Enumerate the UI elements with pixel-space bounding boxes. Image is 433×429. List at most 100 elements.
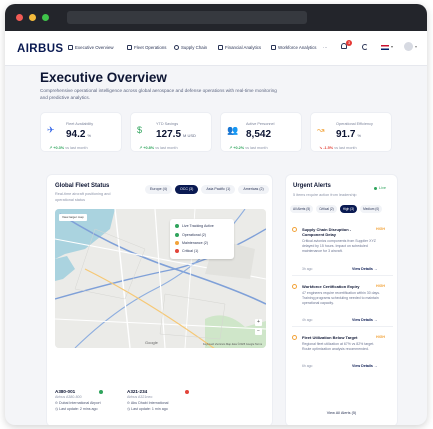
severity-badge: HIGH <box>376 284 385 288</box>
kpi-value: 127.5 M USD <box>156 129 196 140</box>
page-title: Executive Overview <box>40 70 167 85</box>
region-tabs: Europe (4) OCC (3) Asia Pacific (1) Amer… <box>145 185 269 195</box>
legend-live-tracking: Live Tracking Active <box>175 224 214 228</box>
page-subtitle: Comprehensive operational intelligence a… <box>40 88 277 100</box>
kpi-card-active-personnel[interactable]: 👥 Active Personnel 8,542 ↗ +0.2% vs last… <box>220 112 302 152</box>
kpi-label: Operational Efficiency <box>336 122 373 126</box>
kpi-trend: ↗ +0.8% vs last month <box>139 146 178 150</box>
status-dot-icon <box>99 390 103 394</box>
warning-icon <box>292 284 297 289</box>
alert-description: 47 engineers require recertification wit… <box>302 291 381 306</box>
grid-icon <box>68 45 73 50</box>
nav-item-financial-analytics[interactable]: Financial Analytics <box>218 45 261 50</box>
fleet-card-subtitle: Real-time aircraft positioning and opera… <box>55 192 111 202</box>
view-details-link[interactable]: View Details → <box>352 318 378 322</box>
chevron-down-icon[interactable]: ▾ <box>391 44 393 49</box>
legend-maintenance: Maintenance (2) <box>175 241 208 245</box>
aircraft-card-a380[interactable]: A380-001 Airbus A380-800 ⊙ Dubai Interna… <box>55 389 125 411</box>
people-icon <box>271 45 276 50</box>
theme-toggle-moon-icon[interactable] <box>362 44 368 50</box>
alert-time: 6h ago <box>302 364 313 368</box>
alert-title: Workforce Certification Expiry <box>302 284 360 289</box>
zoom-in-button[interactable]: + <box>255 319 262 326</box>
nav-item-workforce-analytics[interactable]: Workforce Analytics <box>271 45 316 50</box>
language-flag-icon[interactable] <box>381 45 389 50</box>
live-dot-icon <box>175 224 179 228</box>
kpi-value: 91.7% <box>336 129 362 140</box>
view-larger-map-button[interactable]: View larger map <box>59 214 87 221</box>
severity-badge: HIGH <box>376 335 385 339</box>
urgent-alerts-card: Urgent Alerts Live 5 items require actio… <box>285 174 398 425</box>
live-dot-icon <box>374 186 377 190</box>
maximize-window-button[interactable] <box>42 14 49 21</box>
aircraft-model: Airbus A321neo <box>127 395 153 399</box>
view-details-link[interactable]: View Details → <box>352 364 378 368</box>
map-roads <box>55 209 266 348</box>
minimize-window-button[interactable] <box>29 14 36 21</box>
close-window-button[interactable] <box>16 14 23 21</box>
alerts-card-title: Urgent Alerts <box>293 183 331 189</box>
tab-europe[interactable]: Europe (4) <box>145 185 172 194</box>
aircraft-update: ◷ Last update: 1 min ago <box>127 407 168 411</box>
nav-item-label: Supply Chain <box>181 45 208 50</box>
kpi-card-operational-efficiency[interactable]: ↝ Operational Efficiency 91.7% ↘ -1.5% v… <box>310 112 392 152</box>
fleet-map[interactable]: View larger map Live Tracking Active Ope… <box>55 209 266 348</box>
fleet-card-title: Global Fleet Status <box>55 183 110 189</box>
filter-all[interactable]: All Alerts (5) <box>290 205 314 213</box>
airbus-logo[interactable]: AIRBUS <box>17 43 64 55</box>
dollar-icon: $ <box>137 125 143 135</box>
notification-badge: 3 <box>346 40 352 46</box>
aircraft-location: ⊙ Dubai International Airport <box>55 401 101 405</box>
aircraft-card-a321[interactable]: A321-234 Airbus A321neo ⊙ Abu Dhabi Inte… <box>127 389 197 411</box>
filter-medium[interactable]: Medium (0) <box>360 205 383 213</box>
address-bar[interactable] <box>67 11 307 24</box>
kpi-value: 8,542 <box>246 129 272 140</box>
alert-time: 4h ago <box>302 318 313 322</box>
view-all-alerts-link[interactable]: View All Alerts (5) <box>286 411 397 415</box>
nav-item-label: Workforce Analytics <box>278 45 317 50</box>
kpi-value: 94.2% <box>66 129 92 140</box>
alert-title: Fleet Utilization Below Target <box>302 335 358 340</box>
notifications-button[interactable]: 3 <box>340 40 352 51</box>
warning-icon <box>292 335 297 340</box>
severity-badge: HIGH <box>376 227 385 231</box>
filter-high[interactable]: High (3) <box>339 205 358 213</box>
map-legend: Live Tracking Active Operational (2) Mai… <box>170 219 234 259</box>
globe-icon <box>174 45 179 50</box>
filter-critical[interactable]: Critical (2) <box>316 205 337 213</box>
tab-asia-pacific[interactable]: Asia Pacific (1) <box>201 185 236 194</box>
nav-item-executive-overview[interactable]: Executive Overview <box>68 45 114 50</box>
kpi-label: YTD Savings <box>156 122 179 126</box>
nav-more-button[interactable]: ··· <box>323 45 327 50</box>
kpi-trend: ↘ -1.5% vs last month <box>319 146 357 150</box>
browser-window: AIRBUS Executive Overview Fleet Operatio… <box>5 4 427 425</box>
aircraft-model: Airbus A380-800 <box>55 395 82 399</box>
tab-occ[interactable]: OCC (3) <box>174 185 199 194</box>
kpi-trend: ↗ +0.3% vs last month <box>49 146 88 150</box>
chart-icon: ↝ <box>317 125 325 135</box>
browser-titlebar <box>5 4 427 31</box>
chevron-down-icon[interactable]: ▾ <box>415 44 417 49</box>
plane-icon <box>127 45 132 50</box>
nav-item-fleet-operations[interactable]: Fleet Operations <box>127 45 166 50</box>
people-icon: 👥 <box>227 125 239 135</box>
aircraft-location: ⊙ Abu Dhabi International <box>127 401 169 405</box>
trend-icon <box>218 45 223 50</box>
kpi-card-fleet-availability[interactable]: ✈ Fleet Availability 94.2% ↗ +0.3% vs la… <box>40 112 122 152</box>
divider <box>292 326 393 327</box>
kpi-trend: ↗ +0.2% vs last month <box>229 146 268 150</box>
nav-item-supply-chain[interactable]: Supply Chain <box>174 45 207 50</box>
user-avatar[interactable] <box>404 42 413 51</box>
status-dot-icon <box>175 249 179 253</box>
status-dot-icon <box>175 233 179 237</box>
kpi-card-ytd-savings[interactable]: $ YTD Savings 127.5 M USD ↗ +0.8% vs last… <box>130 112 212 152</box>
view-details-link[interactable]: View Details → <box>352 267 378 271</box>
zoom-out-button[interactable]: − <box>255 328 262 335</box>
nav-item-label: Executive Overview <box>75 45 114 50</box>
map-attribution[interactable]: Keyboard shortcuts Map data ©2025 Google… <box>203 343 262 346</box>
tab-americas[interactable]: Americas (2) <box>238 185 269 194</box>
nav-item-label: Fleet Operations <box>134 45 167 50</box>
legend-critical: Critical (1) <box>175 249 198 253</box>
kpi-label: Active Personnel <box>246 122 275 126</box>
live-indicator: Live <box>374 186 386 190</box>
